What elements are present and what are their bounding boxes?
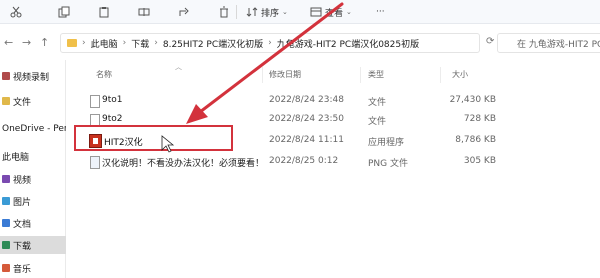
sidebar-item-label: 此电脑 <box>2 152 30 163</box>
sort-button[interactable]: 排序 ⌄ <box>246 4 288 20</box>
sidebar-item-label: 音乐 <box>13 264 32 275</box>
file-row[interactable]: 9to1 2022/8/24 23:48 文件 27,430 KB <box>76 92 496 111</box>
sidebar-item-this-pc[interactable]: 此电脑 <box>0 147 66 165</box>
column-divider[interactable] <box>360 67 361 83</box>
address-bar-row: ← → ↑ › 此电脑 › 下载 › 8.25HIT2 PC端汉化初版 › 九龟… <box>0 30 600 56</box>
column-divider[interactable] <box>262 67 263 83</box>
file-size: 8,786 KB <box>455 135 496 145</box>
sidebar-item-label: 视频录制 <box>13 72 50 83</box>
sort-label: 排序 <box>261 8 280 19</box>
file-date: 2022/8/24 23:48 <box>269 95 344 105</box>
picture-icon <box>2 197 10 205</box>
paste-icon[interactable] <box>98 4 110 20</box>
file-name: 9to1 <box>102 95 123 105</box>
sidebar-item-label: 文档 <box>13 219 32 230</box>
breadcrumb-item[interactable]: 九龟游戏-HIT2 PC端汉化0825初版 <box>277 37 419 50</box>
sort-caret-icon: ︿ <box>175 63 182 71</box>
more-label: ··· <box>376 7 385 17</box>
file-name: 9to2 <box>102 114 123 124</box>
file-row[interactable]: 汉化说明！不看没办法汉化！必须要看！ 2022/8/25 0:12 PNG 文件… <box>76 153 496 172</box>
column-header-type[interactable]: 类型 <box>368 69 384 83</box>
video-recording-icon <box>2 72 10 80</box>
breadcrumb-item[interactable]: 此电脑 <box>91 37 118 50</box>
column-header-name[interactable]: 名称 <box>96 69 112 83</box>
sidebar-item-files[interactable]: 文件 <box>0 92 66 110</box>
sidebar-item-label: 文件 <box>13 97 32 108</box>
sidebar-item-onedrive[interactable]: OneDrive - Pers <box>0 120 66 138</box>
breadcrumb-item[interactable]: 8.25HIT2 PC端汉化初版 <box>163 37 263 50</box>
view-button[interactable]: 查看 ⌄ <box>310 4 352 20</box>
sidebar-item-music[interactable]: 音乐 <box>0 259 66 277</box>
search-input[interactable]: 在 九龟游戏-HIT2 PC端 <box>497 33 600 53</box>
file-date: 2022/8/25 0:12 <box>269 156 339 166</box>
chevron-right-icon: › <box>268 38 272 48</box>
sidebar-item-label: OneDrive - Pers <box>2 124 66 134</box>
breadcrumb-item[interactable]: 下载 <box>131 37 149 50</box>
rename-icon[interactable] <box>138 4 150 20</box>
refresh-icon[interactable]: ⟳ <box>486 36 494 47</box>
file-name: 汉化说明！不看没办法汉化！必须要看！ <box>102 159 265 169</box>
file-type: 文件 <box>368 117 387 127</box>
sidebar-item-label: 视频 <box>13 175 32 186</box>
video-icon <box>2 175 10 183</box>
search-placeholder: 在 九龟游戏-HIT2 PC端 <box>517 39 600 50</box>
back-icon[interactable]: ← <box>4 36 13 49</box>
chevron-right-icon: › <box>122 38 127 48</box>
up-icon[interactable]: ↑ <box>40 36 49 49</box>
navigation-pane: 视频录制 文件 OneDrive - Pers 此电脑 视频 图片 文档 下载 … <box>0 60 66 278</box>
more-button[interactable]: ··· <box>376 4 385 20</box>
delete-icon[interactable] <box>218 4 230 20</box>
file-size: 27,430 KB <box>449 95 496 105</box>
folder-icon <box>67 39 77 47</box>
chevron-right-icon: › <box>154 38 158 48</box>
music-icon <box>2 264 10 272</box>
file-date: 2022/8/24 11:11 <box>269 135 344 145</box>
sidebar-item-label: 下载 <box>13 241 32 252</box>
command-bar: 排序 ⌄ 查看 ⌄ ··· <box>0 0 600 24</box>
file-date: 2022/8/24 23:50 <box>269 114 344 124</box>
file-size: 305 KB <box>463 156 496 166</box>
chevron-down-icon: ⌄ <box>282 8 288 16</box>
highlight-box <box>74 125 233 151</box>
file-size: 728 KB <box>463 114 496 124</box>
column-header-size[interactable]: 大小 <box>452 69 468 83</box>
view-icon <box>310 7 322 17</box>
sort-icon <box>246 7 258 17</box>
document-icon <box>2 219 10 227</box>
sidebar-item-documents[interactable]: 文档 <box>0 214 66 232</box>
sidebar-item-label: 图片 <box>13 197 32 208</box>
forward-icon[interactable]: → <box>22 36 31 49</box>
column-header-date[interactable]: 修改日期 <box>269 69 301 83</box>
column-divider[interactable] <box>440 67 441 83</box>
folder-icon <box>2 97 10 105</box>
png-icon <box>90 156 100 169</box>
chevron-right-icon: › <box>82 38 86 48</box>
share-icon[interactable] <box>178 4 190 20</box>
sidebar-item-videos[interactable]: 视频 <box>0 170 66 188</box>
file-icon <box>90 95 100 108</box>
chevron-down-icon: ⌄ <box>346 8 352 16</box>
breadcrumb[interactable]: › 此电脑 › 下载 › 8.25HIT2 PC端汉化初版 › 九龟游戏-HIT… <box>60 33 480 53</box>
copy-icon[interactable] <box>58 4 70 20</box>
file-type: 文件 <box>368 98 387 108</box>
sidebar-item-video-recording[interactable]: 视频录制 <box>0 67 66 85</box>
sidebar-item-pictures[interactable]: 图片 <box>0 192 66 210</box>
download-icon <box>2 241 10 249</box>
toolbar-divider <box>236 5 237 19</box>
file-type: PNG 文件 <box>368 159 408 169</box>
file-type: 应用程序 <box>368 138 405 148</box>
view-label: 查看 <box>325 8 344 19</box>
sidebar-item-downloads[interactable]: 下载 <box>0 236 66 254</box>
cut-icon[interactable] <box>10 4 22 20</box>
